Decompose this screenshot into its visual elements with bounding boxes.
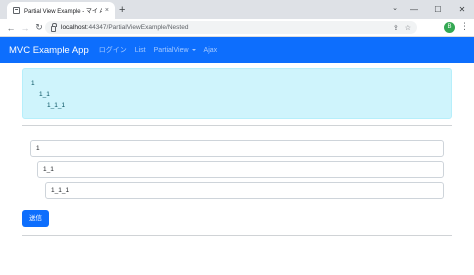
tab-title: Partial View Example - マイ ASP.N (24, 9, 102, 15)
nav-link-list[interactable]: List (135, 47, 146, 54)
submit-button[interactable]: 送信 (22, 210, 49, 227)
nav-dropdown-partialview[interactable]: PartialView (154, 47, 196, 54)
omnibox-actions: ⇪ ☆ (393, 21, 411, 34)
page-icon (13, 7, 20, 14)
profile-avatar[interactable]: B (444, 22, 455, 33)
alert-line-level-2: 1_1 (39, 91, 50, 98)
alert-line-level-3: 1_1_1 (47, 102, 66, 109)
alert-line-level-1: 1 (31, 80, 35, 87)
app-navbar: MVC Example App ログイン List PartialView Aj… (0, 37, 474, 63)
browser-tab[interactable]: Partial View Example - マイ ASP.N × (7, 2, 115, 19)
close-tab-icon[interactable]: × (105, 7, 109, 14)
address-bar[interactable]: localhost:44347/PartialViewExample/Neste… (45, 21, 417, 34)
bookmark-star-icon[interactable]: ☆ (405, 24, 411, 32)
reload-icon[interactable]: ↻ (32, 22, 46, 33)
lock-icon[interactable] (51, 22, 57, 32)
input-level-2[interactable]: 1_1 (37, 161, 444, 178)
nested-values-alert: 1 1_1 1_1_1 (22, 68, 452, 119)
nav-link-ajax[interactable]: Ajax (204, 47, 218, 54)
back-arrow-icon[interactable]: ← (4, 23, 18, 33)
input-level-3[interactable]: 1_1_1 (45, 182, 444, 199)
divider (22, 235, 452, 236)
browser-menu-icon[interactable]: ⋮ (460, 21, 469, 32)
input-level-1[interactable]: 1 (30, 140, 444, 157)
url-host: localhost (61, 24, 87, 31)
forward-arrow-icon[interactable]: → (18, 23, 32, 33)
navbar-brand[interactable]: MVC Example App (9, 45, 89, 56)
browser-toolbar: ← → ↻ localhost:44347/PartialViewExample… (0, 19, 474, 37)
divider (22, 125, 452, 126)
url-path: :44347/PartialViewExample/Nested (86, 24, 189, 31)
browser-tab-strip: Partial View Example - マイ ASP.N × + ⌄ — … (0, 0, 474, 19)
window-controls: — ☐ ✕ (402, 0, 474, 19)
share-icon[interactable]: ⇪ (393, 24, 399, 32)
new-tab-button[interactable]: + (119, 3, 125, 17)
url-text: localhost:44347/PartialViewExample/Neste… (61, 24, 188, 31)
caret-down-icon (191, 48, 196, 51)
maximize-button[interactable]: ☐ (426, 5, 450, 14)
nav-link-partialview-label: PartialView (153, 46, 189, 54)
minimize-button[interactable]: — (402, 5, 426, 14)
close-window-button[interactable]: ✕ (450, 5, 474, 14)
tab-search-icon[interactable]: ⌄ (392, 4, 398, 12)
nav-link-login[interactable]: ログイン (99, 45, 127, 55)
